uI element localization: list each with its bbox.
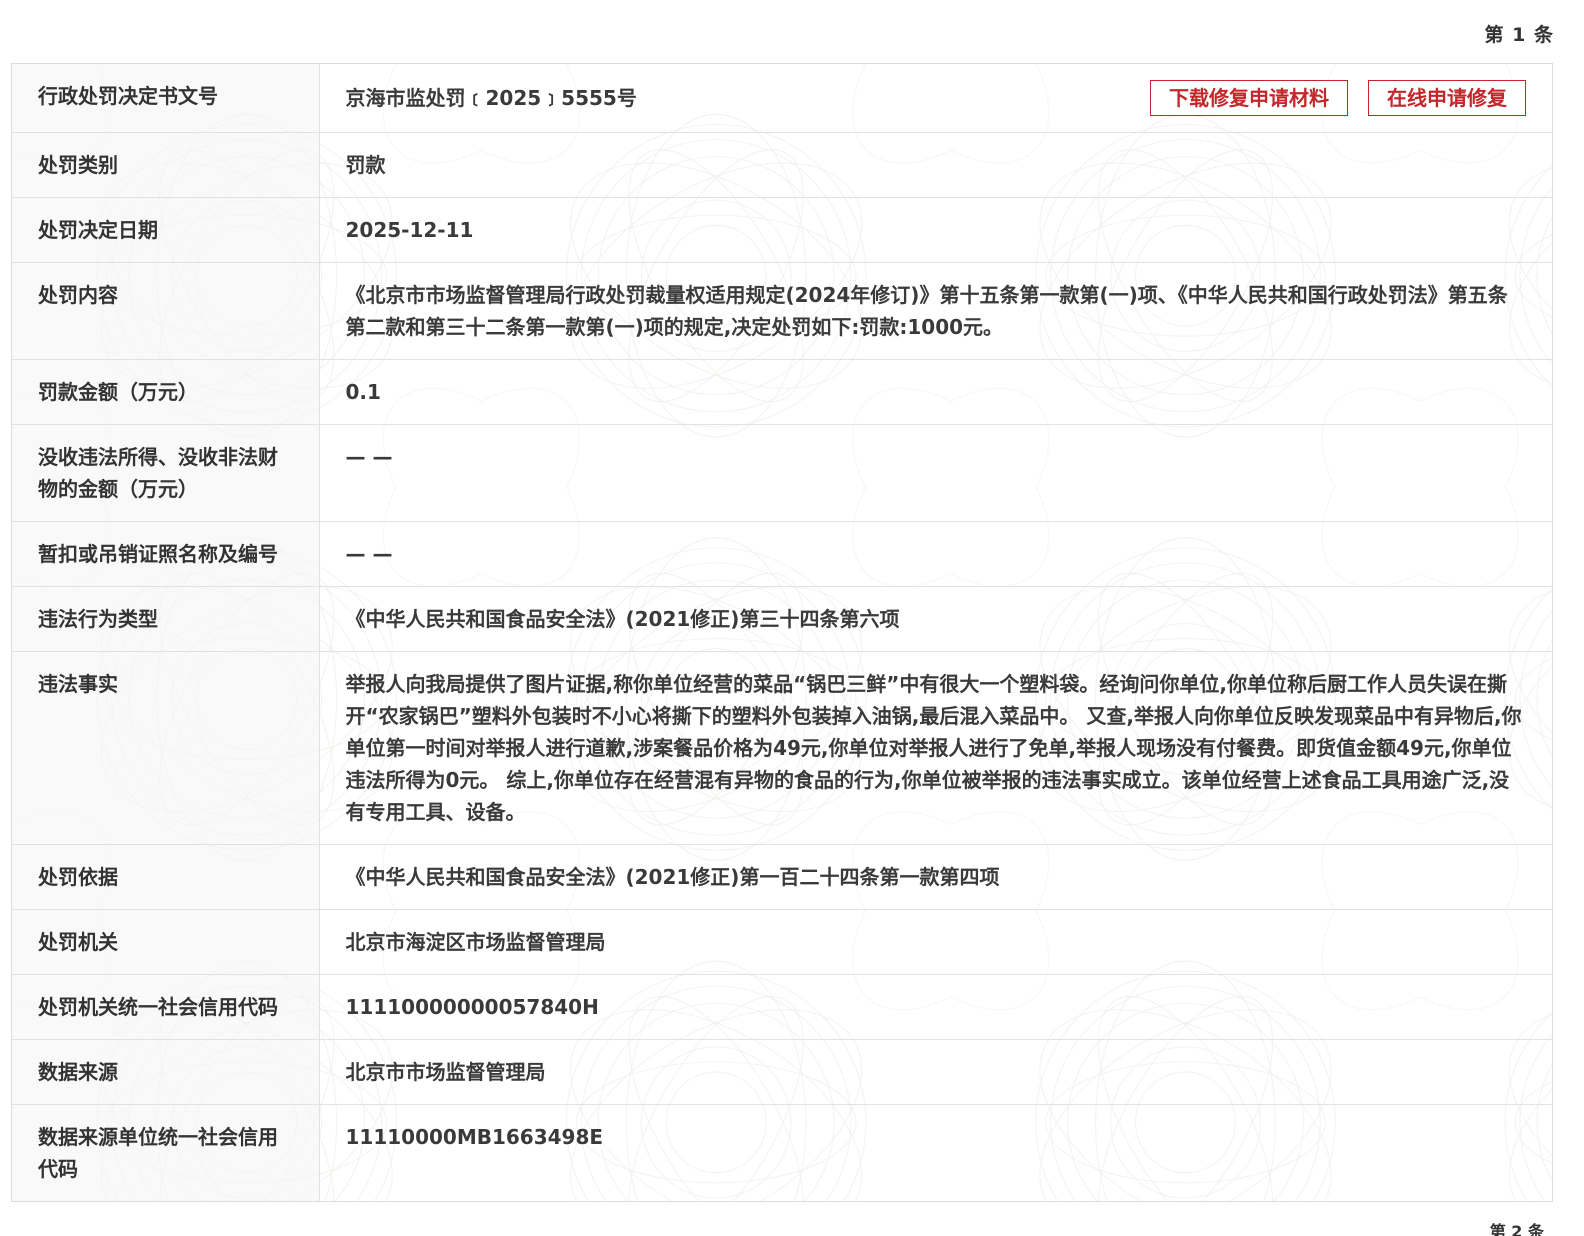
row-label: 处罚决定日期 xyxy=(12,197,320,263)
row-value: 11110000MB1663498E xyxy=(319,1104,1552,1201)
penalty-record-page: 第 1 条 行政处罚决定书文号 京海市监处罚﹝2025﹞5555号 下载修复申请… xyxy=(0,0,1584,1236)
row-label: 数据来源单位统一社会信用代码 xyxy=(12,1104,320,1201)
table-row: 行政处罚决定书文号 京海市监处罚﹝2025﹞5555号 下载修复申请材料 在线申… xyxy=(12,64,1552,133)
row-label: 处罚类别 xyxy=(12,132,320,198)
row-label: 数据来源 xyxy=(12,1039,320,1105)
decision-doc-number: 京海市监处罚﹝2025﹞5555号 xyxy=(345,86,637,110)
next-record-counter: 第 2 条 xyxy=(1489,1222,1544,1236)
table-row: 数据来源 北京市市场监督管理局 xyxy=(12,1039,1552,1105)
row-value: 北京市海淀区市场监督管理局 xyxy=(319,909,1552,975)
row-value: 《北京市市场监督管理局行政处罚裁量权适用规定(2024年修订)》第十五条第一款第… xyxy=(319,262,1552,360)
table-row: 处罚依据 《中华人民共和国食品安全法》(2021修正)第一百二十四条第一款第四项 xyxy=(12,844,1552,910)
table-row: 数据来源单位统一社会信用代码 11110000MB1663498E xyxy=(12,1104,1552,1201)
penalty-detail-table: 行政处罚决定书文号 京海市监处罚﹝2025﹞5555号 下载修复申请材料 在线申… xyxy=(12,64,1552,1201)
record-counter: 第 1 条 xyxy=(1484,24,1554,46)
row-label: 没收违法所得、没收非法财物的金额（万元） xyxy=(12,424,320,522)
row-value: 罚款 xyxy=(319,132,1552,198)
row-value: 0.1 xyxy=(319,359,1552,425)
row-label: 暂扣或吊销证照名称及编号 xyxy=(12,521,320,587)
table-row: 处罚机关统一社会信用代码 11110000000057840H xyxy=(12,974,1552,1040)
download-repair-materials-button[interactable]: 下载修复申请材料 xyxy=(1150,80,1348,116)
row-value: 京海市监处罚﹝2025﹞5555号 下载修复申请材料 在线申请修复 xyxy=(319,64,1552,133)
row-label: 处罚机关 xyxy=(12,909,320,975)
row-value: 《中华人民共和国食品安全法》(2021修正)第三十四条第六项 xyxy=(319,586,1552,652)
row-label: 违法事实 xyxy=(12,651,320,845)
online-repair-apply-button[interactable]: 在线申请修复 xyxy=(1368,80,1526,116)
table-row: 处罚决定日期 2025-12-11 xyxy=(12,197,1552,263)
row-label: 处罚机关统一社会信用代码 xyxy=(12,974,320,1040)
table-row: 暂扣或吊销证照名称及编号 — — xyxy=(12,521,1552,587)
table-row: 违法事实 举报人向我局提供了图片证据,称你单位经营的菜品“锅巴三鲜”中有很大一个… xyxy=(12,651,1552,845)
row-label: 罚款金额（万元） xyxy=(12,359,320,425)
row-label: 处罚依据 xyxy=(12,844,320,910)
row-value: — — xyxy=(319,424,1552,522)
penalty-detail-panel: 行政处罚决定书文号 京海市监处罚﹝2025﹞5555号 下载修复申请材料 在线申… xyxy=(11,63,1553,1202)
row-value: 北京市市场监督管理局 xyxy=(319,1039,1552,1105)
table-row: 违法行为类型 《中华人民共和国食品安全法》(2021修正)第三十四条第六项 xyxy=(12,586,1552,652)
row-value: — — xyxy=(319,521,1552,587)
table-row: 处罚类别 罚款 xyxy=(12,132,1552,198)
row-value: 2025-12-11 xyxy=(319,197,1552,263)
table-row: 没收违法所得、没收非法财物的金额（万元） — — xyxy=(12,424,1552,522)
table-row: 处罚内容 《北京市市场监督管理局行政处罚裁量权适用规定(2024年修订)》第十五… xyxy=(12,262,1552,360)
table-row: 处罚机关 北京市海淀区市场监督管理局 xyxy=(12,909,1552,975)
repair-action-group: 下载修复申请材料 在线申请修复 xyxy=(1150,80,1526,116)
row-label: 处罚内容 xyxy=(12,262,320,360)
row-label: 行政处罚决定书文号 xyxy=(12,64,320,133)
row-value: 11110000000057840H xyxy=(319,974,1552,1040)
row-label: 违法行为类型 xyxy=(12,586,320,652)
row-value: 《中华人民共和国食品安全法》(2021修正)第一百二十四条第一款第四项 xyxy=(319,844,1552,910)
table-row: 罚款金额（万元） 0.1 xyxy=(12,359,1552,425)
row-value: 举报人向我局提供了图片证据,称你单位经营的菜品“锅巴三鲜”中有很大一个塑料袋。经… xyxy=(319,651,1552,845)
